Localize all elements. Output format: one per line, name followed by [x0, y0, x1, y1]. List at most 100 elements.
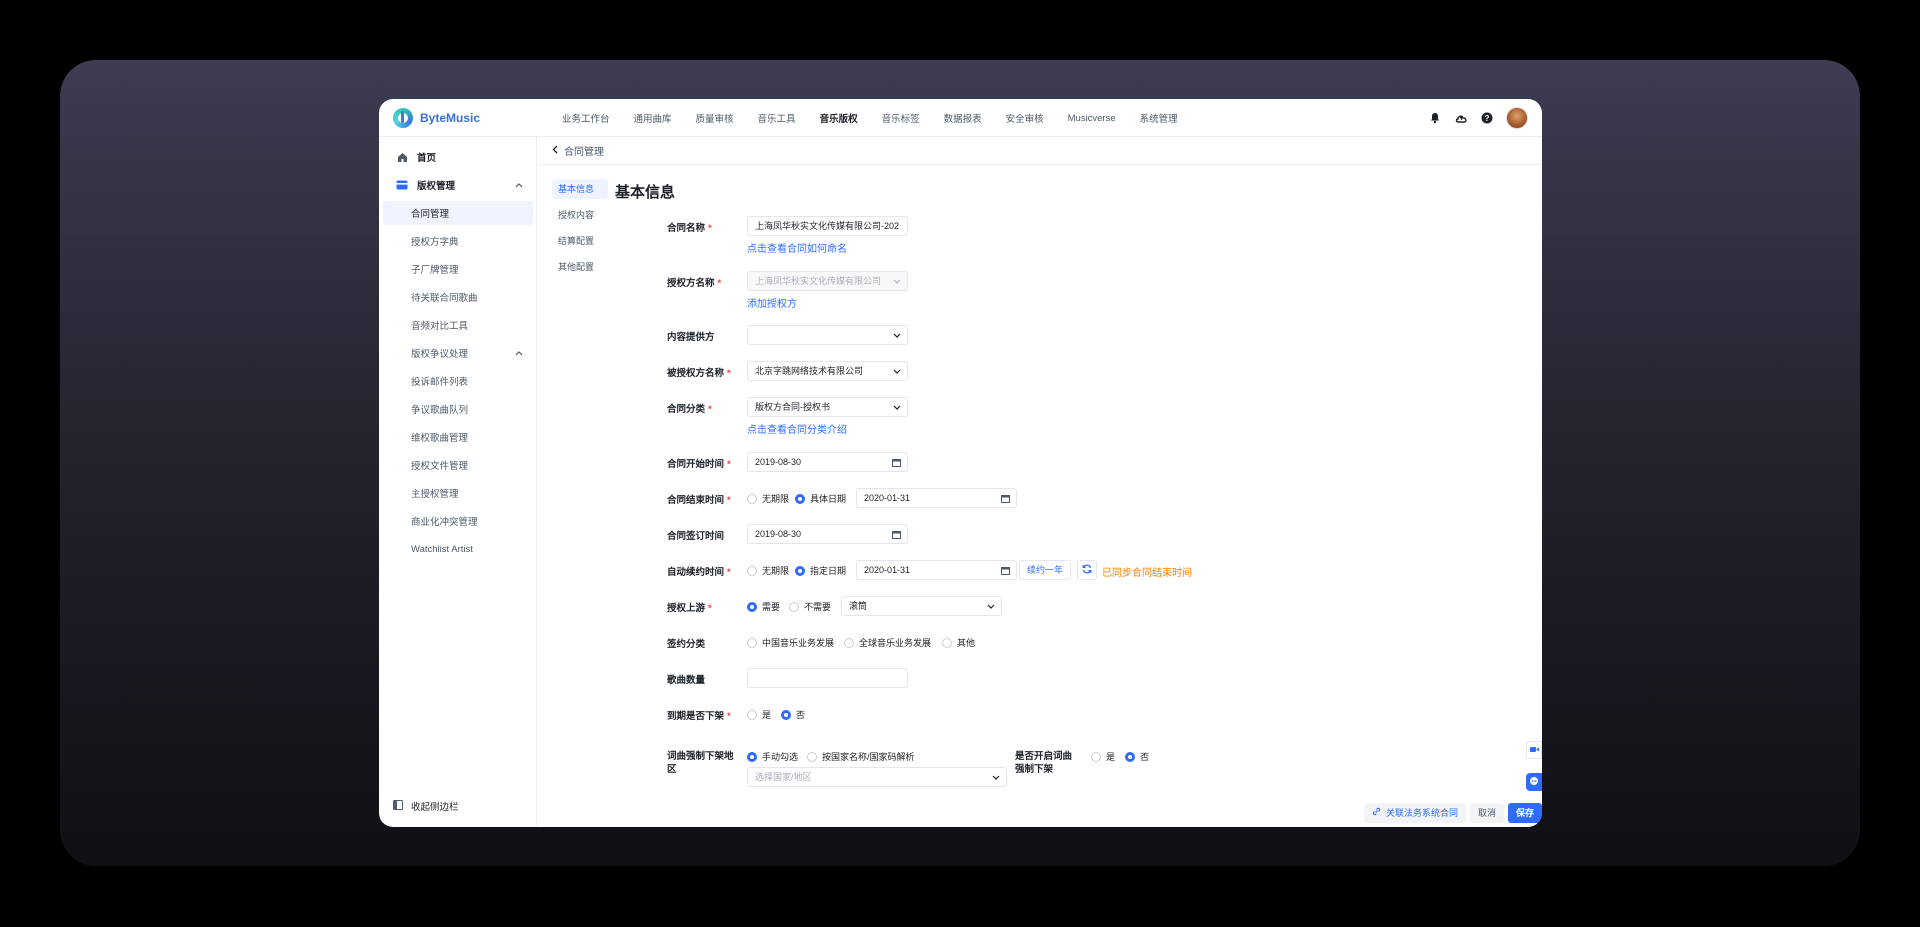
- song-count-input[interactable]: [747, 668, 908, 688]
- sync-button[interactable]: [1077, 560, 1097, 580]
- start-date-picker[interactable]: 2019-08-30: [747, 452, 908, 472]
- sidebar-group-label: 版权管理: [417, 181, 456, 192]
- sidebar-group-dispute[interactable]: 版权争议处理: [383, 341, 533, 365]
- calendar-icon: [997, 489, 1010, 507]
- footer-actions: 关联法务系统合同 取消 保存: [1360, 799, 1542, 827]
- top-nav-item[interactable]: 音乐标签: [882, 111, 920, 125]
- cancel-button[interactable]: 取消: [1469, 803, 1504, 823]
- field-label: 合同结束时间 *: [667, 495, 731, 506]
- field-label: 是否开启词曲强制下架: [1015, 751, 1073, 775]
- radio-sign-china[interactable]: 中国音乐业务发展: [747, 636, 834, 649]
- link-legal-contract-button[interactable]: 关联法务系统合同: [1363, 803, 1466, 823]
- upstream-value: 滚筒: [849, 601, 868, 611]
- radio-specific-date[interactable]: 具体日期: [795, 492, 846, 505]
- chevron-up-icon: [515, 180, 523, 191]
- chevron-down-icon: [889, 362, 901, 380]
- sign-date-picker[interactable]: 2019-08-30: [747, 524, 908, 544]
- renew-date-picker[interactable]: 2020-01-31: [856, 560, 1017, 580]
- sidebar-item-home[interactable]: 首页: [383, 145, 533, 169]
- video-icon: [1529, 745, 1539, 756]
- save-button[interactable]: 保存: [1507, 803, 1542, 823]
- field-label: 签约分类: [667, 639, 706, 650]
- sidebar-collapse-icon: [393, 799, 403, 813]
- sidebar-item-contracts[interactable]: 合同管理: [383, 201, 533, 225]
- top-nav-item[interactable]: 系统管理: [1140, 111, 1178, 125]
- region-select[interactable]: 选择国家/地区: [747, 767, 1007, 787]
- sidebar-item[interactable]: 子厂牌管理: [383, 257, 533, 281]
- cloud-upload-icon[interactable]: [1454, 111, 1468, 125]
- sidebar-item[interactable]: 争议歌曲队列: [383, 397, 533, 421]
- start-date-value: 2019-08-30: [755, 457, 802, 467]
- radio-forced-no[interactable]: 否: [1125, 750, 1149, 763]
- radio-expire-no[interactable]: 否: [781, 708, 805, 721]
- calendar-icon: [997, 561, 1010, 579]
- add-licensor-link[interactable]: 添加授权方: [747, 295, 797, 310]
- category-select[interactable]: 版权方合同-授权书: [747, 397, 908, 417]
- svg-text:?: ?: [1485, 114, 1490, 123]
- field-label: 合同名称 *: [667, 223, 712, 234]
- logo[interactable]: ByteMusic: [393, 108, 480, 128]
- radio-parse-country[interactable]: 按国家名称/国家码解析: [807, 750, 915, 763]
- category-value: 版权方合同-授权书: [755, 402, 830, 412]
- collapse-sidebar-button[interactable]: 收起侧边栏: [393, 799, 459, 813]
- renew-one-year-button[interactable]: 续约一年: [1019, 560, 1072, 580]
- top-nav-item[interactable]: 安全审核: [1006, 111, 1044, 125]
- top-nav-item[interactable]: Musicverse: [1068, 113, 1116, 124]
- sidebar-item[interactable]: 投诉邮件列表: [383, 369, 533, 393]
- contract-form: 合同名称 * 上海凤华秋实文化传媒有限公司-202 点击查看合同如何命名 授权方名…: [538, 137, 1542, 827]
- sidebar-item[interactable]: 主授权管理: [383, 481, 533, 505]
- licensor-value: 上海凤华秋实文化传媒有限公司: [755, 276, 882, 286]
- chat-button[interactable]: [1526, 773, 1542, 791]
- top-nav-item[interactable]: 音乐工具: [758, 111, 796, 125]
- sidebar: 首页 版权管理 合同管理 授权方字典 子厂牌管理 待关联合同歌曲 音频对比工具 …: [379, 137, 537, 827]
- chevron-down-icon: [988, 768, 1000, 786]
- licensee-select[interactable]: 北京字跳网络技术有限公司: [747, 361, 908, 381]
- radio-renew-specified[interactable]: 指定日期: [795, 564, 846, 577]
- top-nav-item-active[interactable]: 音乐版权: [820, 111, 858, 125]
- radio-sign-global[interactable]: 全球音乐业务发展: [844, 636, 931, 649]
- radio-upstream-need[interactable]: 需要: [747, 600, 780, 613]
- chevron-down-icon: [889, 272, 901, 290]
- radio-renew-unlimited[interactable]: 无期限: [747, 564, 789, 577]
- sidebar-group-copyright[interactable]: 版权管理: [383, 173, 533, 197]
- top-nav-item[interactable]: 业务工作台: [562, 111, 610, 125]
- sidebar-item[interactable]: 商业化冲突管理: [383, 509, 533, 533]
- sidebar-item[interactable]: 音频对比工具: [383, 313, 533, 337]
- top-nav-item[interactable]: 数据报表: [944, 111, 982, 125]
- end-date-picker[interactable]: 2020-01-31: [856, 488, 1017, 508]
- sidebar-item[interactable]: 授权方字典: [383, 229, 533, 253]
- radio-upstream-no-need[interactable]: 不需要: [789, 600, 831, 613]
- sidebar-item-label: 首页: [417, 153, 437, 164]
- radio-manual-select[interactable]: 手动勾选: [747, 750, 798, 763]
- top-right-icons: ?: [1416, 107, 1528, 129]
- radio-expire-yes[interactable]: 是: [747, 708, 771, 721]
- sidebar-item[interactable]: 授权文件管理: [383, 453, 533, 477]
- top-nav-item[interactable]: 通用曲库: [634, 111, 672, 125]
- licensee-value: 北京字跳网络技术有限公司: [755, 366, 864, 376]
- sidebar-item[interactable]: 待关联合同歌曲: [383, 285, 533, 309]
- sidebar-item[interactable]: 维权歌曲管理: [383, 425, 533, 449]
- home-icon: [395, 150, 409, 164]
- avatar[interactable]: [1506, 107, 1528, 129]
- card-icon: [395, 178, 409, 192]
- category-intro-link[interactable]: 点击查看合同分类介绍: [747, 421, 847, 436]
- licensor-select[interactable]: 上海凤华秋实文化传媒有限公司: [747, 271, 908, 291]
- contract-naming-link[interactable]: 点击查看合同如何命名: [747, 240, 847, 255]
- link-icon: [1372, 803, 1381, 823]
- video-call-button[interactable]: [1526, 741, 1542, 759]
- sign-date-value: 2019-08-30: [755, 529, 802, 539]
- content-provider-select[interactable]: [747, 325, 908, 345]
- calendar-icon: [888, 525, 901, 543]
- sidebar-group-label: 版权争议处理: [411, 349, 469, 360]
- upstream-select[interactable]: 滚筒: [841, 596, 1002, 616]
- bell-icon[interactable]: [1428, 111, 1442, 125]
- contract-name-input[interactable]: 上海凤华秋实文化传媒有限公司-202: [747, 216, 908, 236]
- top-nav-item[interactable]: 质量审核: [696, 111, 734, 125]
- radio-unlimited[interactable]: 无期限: [747, 492, 789, 505]
- radio-sign-other[interactable]: 其他: [942, 636, 975, 649]
- region-placeholder: 选择国家/地区: [755, 772, 812, 782]
- chevron-down-icon: [983, 597, 995, 615]
- help-icon[interactable]: ?: [1480, 111, 1494, 125]
- sidebar-item[interactable]: Watchlist Artist: [383, 537, 533, 561]
- radio-forced-yes[interactable]: 是: [1091, 750, 1115, 763]
